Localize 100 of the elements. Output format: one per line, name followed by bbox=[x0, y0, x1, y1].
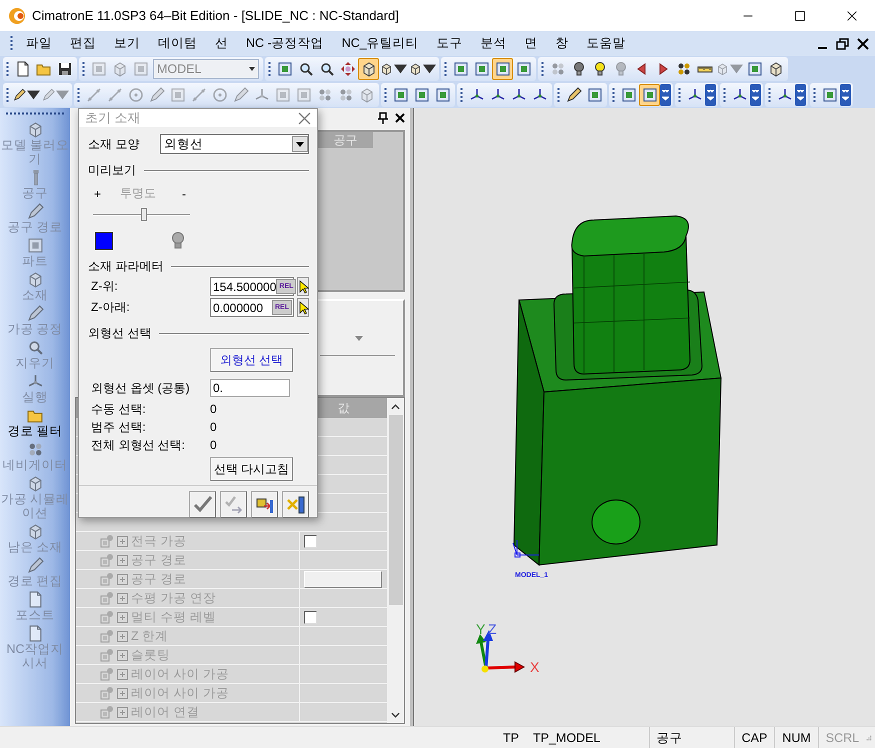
frame-icon bbox=[90, 61, 106, 77]
frame-button[interactable] bbox=[639, 84, 660, 106]
menu-item[interactable]: 도움말 bbox=[578, 33, 635, 54]
z-axis-label: Z bbox=[488, 621, 497, 637]
chevron-icon[interactable] bbox=[840, 84, 851, 106]
count-label: 범주 선택: bbox=[90, 418, 147, 436]
pencil-icon[interactable] bbox=[26, 557, 44, 574]
line-icon bbox=[190, 87, 206, 103]
menu-item[interactable]: 보기 bbox=[105, 33, 149, 54]
cube-icon[interactable] bbox=[26, 271, 44, 288]
menu-item[interactable]: 도구 bbox=[428, 33, 472, 54]
checkbox[interactable] bbox=[304, 610, 317, 624]
cube-icon bbox=[112, 61, 128, 77]
cube-icon[interactable] bbox=[26, 475, 44, 492]
cube-button[interactable] bbox=[358, 58, 379, 80]
cube-icon bbox=[409, 61, 422, 77]
cube-icon[interactable] bbox=[26, 523, 44, 540]
status-text: TP_MODEL bbox=[532, 730, 602, 744]
circle-icon bbox=[128, 87, 144, 103]
window-title: CimatronE 11.0SP3 64–Bit Edition - [SLIDE_NC : NC-Standard] bbox=[32, 8, 400, 23]
check-icon bbox=[192, 494, 212, 514]
menu-item[interactable]: 데이텀 bbox=[149, 33, 206, 54]
pointer-icon[interactable] bbox=[297, 277, 309, 296]
frame-icon[interactable] bbox=[26, 237, 44, 254]
menu-item[interactable]: 파일 bbox=[17, 33, 61, 54]
cube-icon bbox=[768, 61, 784, 77]
pencil-icon[interactable] bbox=[26, 203, 44, 220]
plus-label: + bbox=[94, 186, 102, 200]
close-icon[interactable] bbox=[845, 8, 859, 22]
menu-item[interactable]: NC -공정작업 bbox=[237, 33, 333, 54]
shape-dropdown[interactable]: 외형선 bbox=[160, 134, 309, 154]
document-icon[interactable] bbox=[26, 591, 44, 608]
node-icon bbox=[100, 705, 114, 719]
document-icon[interactable] bbox=[26, 625, 44, 642]
frame-icon bbox=[132, 61, 148, 77]
section-heading: 소재 파라메터 bbox=[88, 258, 164, 275]
restore-icon[interactable] bbox=[835, 36, 851, 50]
check-button[interactable] bbox=[189, 491, 216, 518]
count-value: 0 bbox=[210, 438, 217, 452]
field-label: Z-위: bbox=[90, 278, 119, 295]
frame-icon bbox=[516, 61, 532, 77]
menu-item[interactable]: 선 bbox=[206, 33, 237, 54]
chevron-icon[interactable] bbox=[795, 84, 806, 106]
close-icon[interactable] bbox=[855, 36, 871, 50]
pointer-icon[interactable] bbox=[297, 298, 309, 317]
menu-item[interactable]: 면 bbox=[516, 33, 547, 54]
node-icon bbox=[100, 667, 114, 681]
property-label: 레이어 사이 가공 bbox=[131, 684, 229, 702]
offset-field[interactable]: 0. bbox=[210, 379, 290, 397]
menu-item[interactable]: 분석 bbox=[472, 33, 516, 54]
cross-door-button[interactable] bbox=[282, 491, 309, 518]
check-arrow-icon bbox=[224, 494, 244, 514]
cube-icon bbox=[360, 61, 376, 77]
pencil-icon bbox=[566, 87, 582, 103]
pin-icon[interactable] bbox=[377, 112, 389, 124]
frame-button[interactable] bbox=[492, 58, 513, 80]
frame-icon bbox=[642, 87, 658, 103]
column-header: 값 bbox=[336, 400, 350, 417]
select-contour-button[interactable]: 외형선 선택 bbox=[210, 348, 293, 372]
column-header: 공구 bbox=[318, 132, 373, 148]
status-text: NUM bbox=[774, 726, 818, 748]
close-icon[interactable] bbox=[394, 112, 406, 124]
menu-item[interactable]: NC_유틸리티 bbox=[332, 33, 428, 54]
bulb-icon[interactable] bbox=[171, 232, 185, 250]
pencil-icon bbox=[148, 87, 164, 103]
cube-icon bbox=[380, 61, 393, 77]
dots-icon bbox=[316, 87, 332, 103]
slider-thumb[interactable] bbox=[141, 208, 148, 221]
property-label: 레이어 사이 가공 bbox=[131, 666, 229, 682]
color-swatch[interactable] bbox=[95, 232, 113, 250]
frame-icon bbox=[452, 61, 468, 77]
frame-icon bbox=[414, 87, 430, 103]
value-field[interactable] bbox=[304, 570, 382, 588]
property-label: 슬롯팅 bbox=[131, 646, 170, 664]
maximize-icon[interactable] bbox=[793, 8, 807, 22]
checkbox[interactable] bbox=[304, 534, 317, 548]
menu-item[interactable]: 창 bbox=[546, 33, 578, 54]
chevron-icon[interactable] bbox=[750, 84, 761, 106]
dialog-title: 초기 소재 bbox=[85, 109, 141, 127]
dropdown-icon[interactable] bbox=[355, 336, 363, 341]
cube-icon[interactable] bbox=[26, 121, 44, 138]
folder-arrow-button[interactable] bbox=[251, 491, 278, 518]
chevron-icon[interactable] bbox=[660, 84, 671, 106]
transparency-slider[interactable] bbox=[93, 208, 190, 222]
node-icon bbox=[100, 610, 114, 624]
pencil-icon bbox=[42, 87, 55, 103]
scroll-down-icon[interactable] bbox=[391, 712, 400, 718]
resize-grip-icon[interactable] bbox=[866, 732, 872, 742]
menu-item[interactable]: 편집 bbox=[61, 33, 105, 54]
status-text: CAP bbox=[734, 726, 774, 748]
caret-icon bbox=[249, 67, 255, 71]
magnifier-icon[interactable] bbox=[26, 339, 44, 356]
scrollbar-thumb[interactable] bbox=[388, 415, 402, 605]
pencil-icon[interactable] bbox=[26, 305, 44, 322]
chevron-icon[interactable] bbox=[705, 84, 716, 106]
sidebar-item[interactable]: 경로 필터 bbox=[7, 424, 63, 438]
refresh-selection-button[interactable]: 선택 다시고침 bbox=[210, 457, 293, 481]
count-label: 수동 선택: bbox=[90, 400, 147, 418]
scroll-up-icon[interactable] bbox=[391, 404, 400, 410]
dots-icon[interactable] bbox=[26, 441, 44, 458]
